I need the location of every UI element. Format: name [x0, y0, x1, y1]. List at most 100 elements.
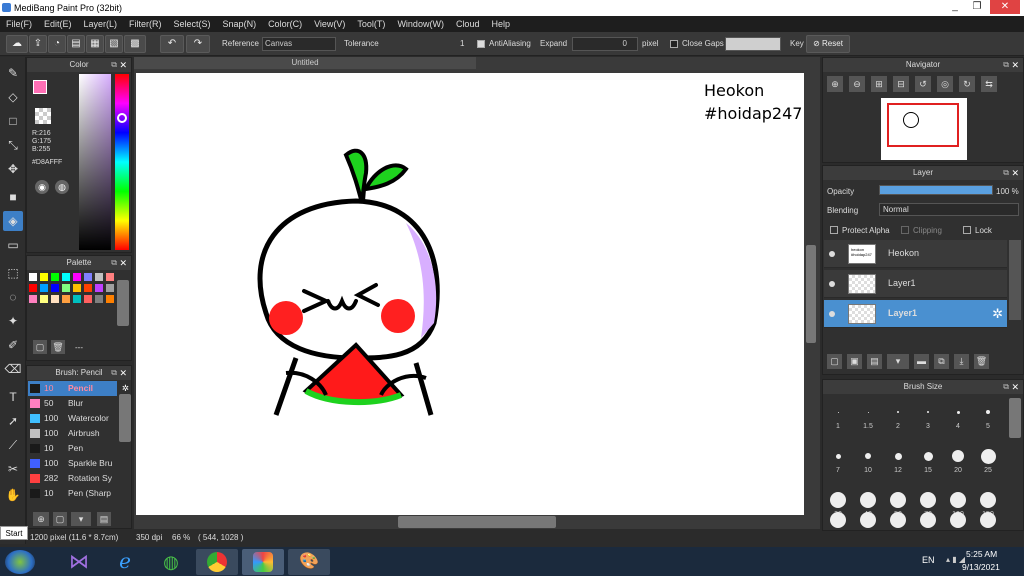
close-icon[interactable]: ✕ — [119, 256, 127, 270]
palette-swatch[interactable] — [84, 295, 92, 303]
brush-size-dot[interactable] — [980, 512, 996, 528]
palette-swatch[interactable] — [95, 273, 103, 281]
minimize-button[interactable]: _ — [944, 0, 966, 14]
float-icon[interactable]: ⧉ — [111, 366, 117, 380]
palette-swatch[interactable] — [62, 273, 70, 281]
rectangle-tool-icon[interactable]: □ — [3, 111, 23, 131]
internet-explorer-icon[interactable]: ℯ — [104, 549, 146, 575]
start-button[interactable] — [5, 550, 35, 574]
brush-size-dot[interactable] — [890, 512, 906, 528]
menu-file[interactable]: File(F) — [6, 19, 32, 29]
menu-filter[interactable]: Filter(R) — [129, 19, 162, 29]
grid-icon[interactable]: ▩ — [124, 35, 146, 53]
new-8bit-layer-icon[interactable]: ▤ — [867, 354, 882, 369]
menu-select[interactable]: Select(S) — [174, 19, 211, 29]
brush-list-item[interactable]: 100 Airbrush — [28, 426, 117, 441]
canvas-vertical-scrollbar[interactable] — [806, 245, 816, 343]
rotate-left-icon[interactable]: ↺ — [915, 76, 931, 92]
menu-layer[interactable]: Layer(L) — [84, 19, 118, 29]
brush-size-cell[interactable]: 5 — [974, 398, 1002, 438]
new-palette-icon[interactable]: ▢ — [33, 340, 47, 354]
maximize-button[interactable]: ❐ — [966, 0, 988, 14]
rotate-right-icon[interactable]: ↻ — [959, 76, 975, 92]
new-halftone-layer-icon[interactable]: ▣ — [847, 354, 862, 369]
palette-swatch[interactable] — [51, 284, 59, 292]
palette-swatch[interactable] — [51, 295, 59, 303]
brush-list-item[interactable]: 282 Rotation Sy — [28, 471, 117, 486]
float-icon[interactable]: ⧉ — [1003, 166, 1009, 180]
brush-size-cell[interactable]: 1.5 — [854, 398, 882, 438]
close-gaps-checkbox[interactable] — [670, 40, 678, 48]
brush-size-scrollbar[interactable] — [1009, 398, 1021, 438]
utorrent-icon[interactable]: ◍ — [150, 549, 192, 575]
clock-time[interactable]: 5:25 AM — [966, 549, 997, 559]
menu-color[interactable]: Color(C) — [268, 19, 302, 29]
palette-swatch[interactable] — [29, 284, 37, 292]
close-icon[interactable]: ✕ — [119, 58, 127, 72]
opacity-slider[interactable] — [879, 185, 993, 195]
clipping-checkbox[interactable] — [901, 226, 909, 234]
delete-layer-icon[interactable]: 🗑 — [974, 354, 989, 369]
paint-icon[interactable]: 🎨 — [288, 549, 330, 575]
brush-size-cell[interactable]: 1 — [824, 398, 852, 438]
line-tool-icon[interactable]: ⤡ — [3, 135, 23, 155]
menu-window[interactable]: Window(W) — [397, 19, 444, 29]
new-brush-icon[interactable]: ▢ — [53, 512, 67, 526]
select-eraser-icon[interactable]: ⌫ — [3, 359, 23, 379]
brush-size-cell[interactable]: 12 — [884, 442, 912, 482]
brush-size-dot[interactable] — [860, 512, 876, 528]
layer-settings-gear-icon[interactable]: ✲ — [992, 306, 1003, 322]
brush-list-item[interactable]: 10 Pencil ✲ — [28, 381, 129, 396]
lock-checkbox[interactable] — [963, 226, 971, 234]
operation-tool-icon[interactable]: ➚ — [3, 411, 23, 431]
navigator-preview[interactable] — [881, 98, 967, 160]
flip-icon[interactable]: ⇆ — [981, 76, 997, 92]
palette-swatch[interactable] — [106, 295, 114, 303]
chrome-icon[interactable] — [196, 549, 238, 575]
reference-select[interactable]: Canvas — [262, 37, 336, 51]
brush-list-item[interactable]: 10 Pen (Sharp — [28, 486, 117, 501]
lasso-tool-icon[interactable]: ◌ — [3, 287, 23, 307]
duplicate-layer-icon[interactable]: ⧉ — [934, 354, 949, 369]
drawing-canvas[interactable]: Heokon #hoidap247 — [136, 73, 804, 515]
zoom-in-icon[interactable]: ⊕ — [827, 76, 843, 92]
material-icon[interactable]: ▧ — [105, 35, 123, 53]
medibang-taskbar-icon[interactable] — [242, 549, 284, 575]
float-icon[interactable]: ⧉ — [111, 58, 117, 72]
add-brush-icon[interactable]: ⊕ — [33, 512, 49, 526]
palette-swatch[interactable] — [95, 295, 103, 303]
float-icon[interactable]: ⧉ — [1003, 58, 1009, 72]
palette-swatch[interactable] — [84, 284, 92, 292]
antialiasing-checkbox[interactable] — [477, 40, 485, 48]
add-layer-menu-icon[interactable]: ▾ — [887, 354, 909, 369]
move-tool-icon[interactable]: ✥ — [3, 159, 23, 179]
canvas-horizontal-scrollbar[interactable] — [398, 516, 556, 528]
close-icon[interactable]: ✕ — [1011, 380, 1019, 394]
bucket-tool-icon[interactable]: ◈ — [3, 211, 23, 231]
eyedropper-icon[interactable]: ⟋ — [3, 435, 23, 455]
share-icon[interactable]: ⇪ — [29, 35, 47, 53]
zoom-out-icon[interactable]: ⊖ — [849, 76, 865, 92]
float-icon[interactable]: ⧉ — [1003, 380, 1009, 394]
layer-row[interactable]: heokon #hoidap247 Heokon — [824, 240, 1007, 268]
brush-list-item[interactable]: 10 Pen — [28, 441, 117, 456]
palette-swatch[interactable] — [40, 273, 48, 281]
document-tab[interactable]: Untitled — [134, 57, 476, 69]
delete-palette-icon[interactable]: 🗑 — [51, 340, 65, 354]
palette-swatch[interactable] — [84, 273, 92, 281]
merge-layer-icon[interactable]: ⤓ — [954, 354, 969, 369]
divide-tool-icon[interactable]: ✂ — [3, 459, 23, 479]
brush-size-dot[interactable] — [920, 512, 936, 528]
menu-tool[interactable]: Tool(T) — [357, 19, 385, 29]
layer-row[interactable]: Layer1 ✲ — [824, 300, 1007, 328]
chat-icon[interactable]: ◔ — [48, 35, 66, 53]
menu-help[interactable]: Help — [491, 19, 510, 29]
reset-rotation-icon[interactable]: ◎ — [937, 76, 953, 92]
palette-swatch[interactable] — [51, 273, 59, 281]
brush-size-cell[interactable]: 15 — [914, 442, 942, 482]
palette-swatch[interactable] — [40, 295, 48, 303]
layer-scrollbar[interactable] — [1009, 240, 1021, 320]
close-icon[interactable]: ✕ — [1011, 58, 1019, 72]
brush-size-cell[interactable]: 2 — [884, 398, 912, 438]
brush-size-dot[interactable] — [950, 512, 966, 528]
